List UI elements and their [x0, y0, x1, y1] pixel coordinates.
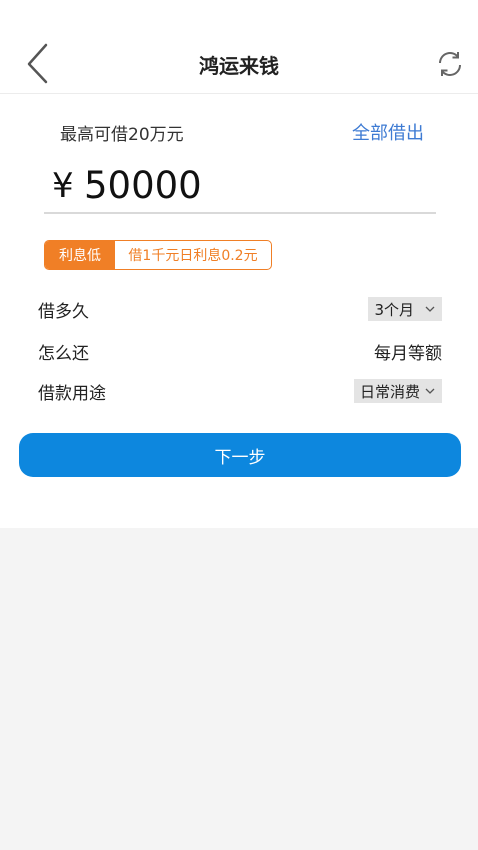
- refresh-icon: [439, 52, 461, 76]
- duration-selected-value: 3个月: [374, 300, 414, 319]
- duration-select[interactable]: 3个月: [368, 297, 442, 321]
- max-amount-label: 最高可借20万元: [60, 125, 184, 145]
- duration-label: 借多久: [38, 302, 89, 322]
- refresh-button[interactable]: [434, 48, 466, 80]
- chevron-down-icon: [425, 388, 435, 394]
- header-bar: 鸿运来钱: [0, 0, 478, 94]
- amount-input[interactable]: ¥ 50000: [44, 162, 436, 214]
- repayment-row: 怎么还 每月等额: [38, 335, 442, 365]
- page-title: 鸿运来钱: [199, 54, 279, 78]
- amount-value: 50000: [84, 164, 202, 207]
- currency-symbol: ¥: [52, 166, 74, 206]
- app-screen: 鸿运来钱 最高可借20万元 全部借出 ¥ 50000 利息低 借1千元日利息0.…: [0, 0, 478, 850]
- repayment-value: 每月等额: [374, 344, 442, 364]
- purpose-row: 借款用途 日常消费: [38, 375, 442, 405]
- duration-row: 借多久 3个月: [38, 293, 442, 323]
- loan-form-panel: 最高可借20万元 全部借出 ¥ 50000 利息低 借1千元日利息0.2元 借多…: [0, 94, 478, 528]
- purpose-select[interactable]: 日常消费: [353, 379, 442, 403]
- interest-rate-tag: 利息低 借1千元日利息0.2元: [44, 240, 272, 270]
- interest-rate-description: 借1千元日利息0.2元: [128, 248, 258, 264]
- chevron-down-icon: [425, 306, 435, 312]
- borrow-all-link[interactable]: 全部借出: [352, 119, 424, 145]
- repayment-label: 怎么还: [38, 344, 89, 364]
- low-interest-badge: 利息低: [45, 241, 115, 269]
- purpose-label: 借款用途: [38, 384, 106, 404]
- purpose-selected-value: 日常消费: [359, 382, 420, 401]
- next-step-button[interactable]: 下一步: [19, 433, 461, 477]
